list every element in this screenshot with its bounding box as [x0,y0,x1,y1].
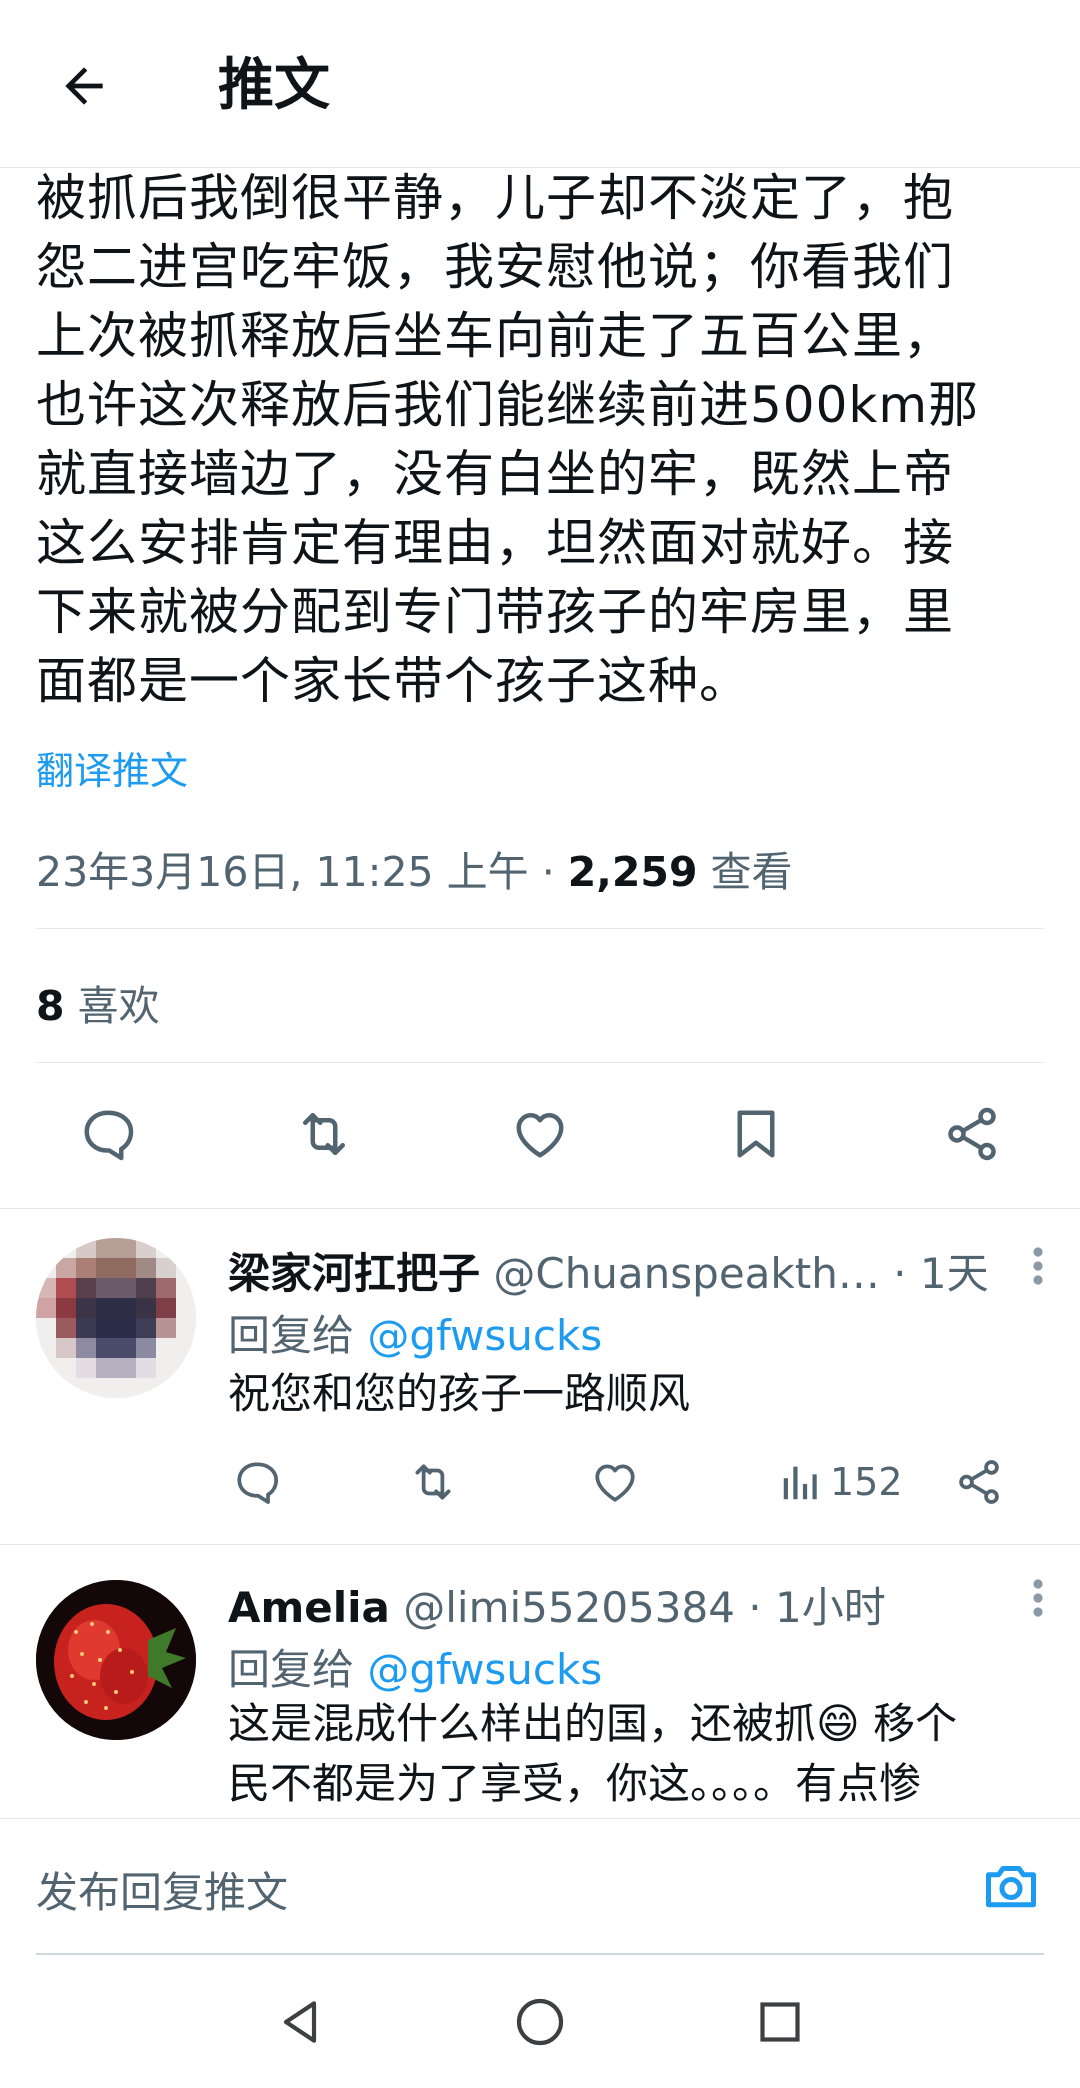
tweet-text-line: 也许这次释放后我们能继续前进500km那 [36,376,980,434]
reply-text: 这是混成什么样出的国，还被抓😄 移个 民不都是为了享受，你这。。。。有点惨 [228,1694,1048,1818]
tweet-text-line: 这么安排肯定有理由，坦然面对就好。接 [36,514,954,572]
top-app-bar: 推文 [0,0,1080,168]
tweet-text-line: 上次被抓释放后坐车向前走了五百公里， [36,307,954,365]
compose-reply-bar: 发布回复推文 [0,1818,1080,1955]
reply-author-handle[interactable]: @limi55205384 [390,1583,735,1632]
reply-header: Amelia @limi55205384 · 1小时 [228,1574,886,1635]
reply-button[interactable] [74,1100,142,1168]
tweet-meta: 23年3月16日, 11:25 上午 · 2,259 查看 [36,838,793,898]
reply-more-button[interactable] [1020,1242,1056,1290]
bookmark-button[interactable] [722,1100,790,1168]
tweet-text: 被抓后我倒很平静，儿子却不淡定了，抱 怨二进宫吃牢饭，我安慰他说；你看我们 上次… [36,164,1046,716]
reply-comment-button[interactable] [232,1454,282,1510]
reply-like-button[interactable] [590,1454,640,1510]
translate-tweet-link[interactable]: 翻译推文 [36,740,188,795]
avatar[interactable] [36,1238,196,1398]
reply-action-bar: 152 [228,1454,1048,1510]
tweet-text-line: 面都是一个家长带个孩子这种。 [36,652,750,710]
reply-share-button[interactable] [954,1454,1004,1510]
comment-icon [237,1462,279,1504]
reply-more-button[interactable] [1020,1574,1056,1622]
heart-icon [516,1113,564,1158]
reply-to-handle-link[interactable]: @gfwsucks [367,1311,602,1360]
reply-author-name[interactable]: 梁家河扛把子 [228,1249,480,1298]
share-button[interactable] [938,1100,1006,1168]
retweet-icon [415,1464,451,1500]
likes-label: 喜欢 [64,982,160,1030]
share-icon [959,1460,999,1504]
square-recents-icon [760,2002,800,2042]
reply-text: 祝您和您的孩子一路顺风 [228,1369,691,1418]
reply-views-count: 152 [830,1460,903,1504]
nav-back-button[interactable] [264,1986,336,2058]
tweet-text-line: 怨二进宫吃牢饭，我安慰他说；你看我们 [36,238,954,296]
tweet-timestamp: 23年3月16日, 11:25 上午 · [36,848,568,896]
divider [36,928,1044,929]
retweet-button[interactable] [290,1100,358,1168]
like-button[interactable] [506,1100,574,1168]
tweet-action-bar [0,1100,1080,1168]
reply-views-button[interactable]: 152 [778,1454,903,1510]
nav-home-button[interactable] [504,1986,576,2058]
divider [36,1062,1044,1063]
tweet-text-line: 就直接墙边了，没有白坐的牢，既然上帝 [36,445,954,503]
tweet-text-line: 被抓后我倒很平静，儿子却不淡定了，抱 [36,169,954,227]
reply-author-handle[interactable]: @Chuanspeakth… [480,1249,879,1298]
more-vertical-icon [1033,1247,1043,1285]
comment-icon [84,1110,134,1161]
reply-text-line: 这是混成什么样出的国，还被抓😄 移个 [228,1699,958,1748]
reply-to-handle-link[interactable]: @gfwsucks [367,1645,602,1694]
reply-to-line: 回复给 @gfwsucks [228,1302,602,1363]
more-vertical-icon [1033,1579,1043,1617]
triangle-back-icon [283,2001,317,2043]
reply-time: · 1天 [879,1249,989,1298]
reply-to-label: 回复给 [228,1645,368,1694]
reply-author-name[interactable]: Amelia [228,1583,390,1632]
circle-home-icon [516,1998,564,2046]
reply-item[interactable]: 梁家河扛把子 @Chuanspeakth… · 1天 回复给 @gfwsucks… [0,1208,1080,1544]
likes-stat[interactable]: 8 喜欢 [36,972,160,1032]
camera-icon [986,1866,1036,1908]
system-navigation-bar [0,1956,1080,2088]
views-label: 查看 [697,848,793,896]
compose-underline [36,1953,1044,1955]
likes-count: 8 [36,982,65,1030]
bar-chart-icon [783,1466,817,1500]
reply-retweet-button[interactable] [408,1454,458,1510]
compose-reply-input[interactable]: 发布回复推文 [36,1859,288,1920]
heart-icon [595,1464,635,1502]
reply-text-line: 民不都是为了享受，你这。。。。有点惨 [228,1759,922,1808]
avatar[interactable] [36,1580,196,1740]
page-title: 推文 [218,53,330,118]
views-count[interactable]: 2,259 [568,848,698,896]
strawberry-avatar-image [36,1580,196,1740]
tweet-text-line: 下来就被分配到专门带孩子的牢房里，里 [36,583,954,641]
pixelated-avatar-image [36,1238,196,1398]
reply-to-label: 回复给 [228,1311,368,1360]
share-icon [948,1107,996,1161]
camera-button[interactable] [978,1853,1044,1919]
retweet-icon [303,1113,345,1155]
reply-time: · 1小时 [734,1583,886,1632]
reply-item[interactable]: Amelia @limi55205384 · 1小时 回复给 @gfwsucks… [0,1544,1080,1818]
reply-to-line: 回复给 @gfwsucks [228,1636,602,1697]
bookmark-icon [737,1110,775,1158]
back-button[interactable] [48,50,120,122]
arrow-left-icon [65,67,103,105]
nav-recents-button[interactable] [744,1986,816,2058]
reply-header: 梁家河扛把子 @Chuanspeakth… · 1天 [228,1240,989,1301]
